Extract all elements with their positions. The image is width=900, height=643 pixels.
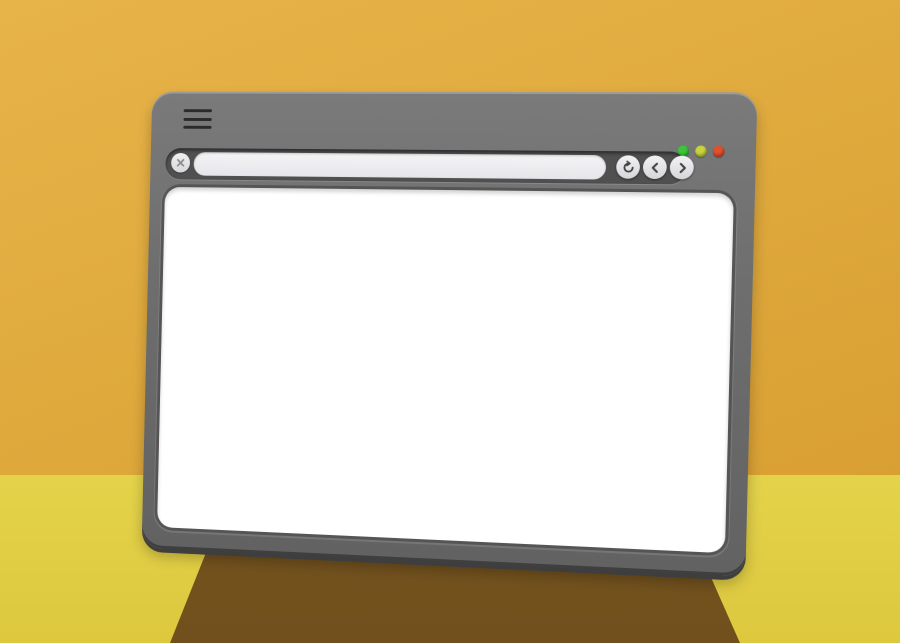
reload-icon (621, 160, 636, 174)
page-content-area[interactable] (157, 186, 734, 554)
browser-window (141, 91, 758, 577)
scene-background (0, 0, 900, 643)
chevron-left-icon (649, 161, 662, 173)
traffic-light-red[interactable] (712, 145, 725, 158)
menu-line-1 (183, 109, 213, 113)
forward-button[interactable] (669, 155, 695, 180)
address-bar-input[interactable] (193, 152, 607, 180)
hamburger-menu-icon[interactable] (183, 109, 213, 129)
browser-frame (141, 91, 758, 577)
menu-line-2 (183, 117, 212, 121)
traffic-light-yellow[interactable] (695, 145, 707, 157)
menu-line-3 (183, 125, 212, 129)
chevron-right-icon (675, 161, 688, 173)
